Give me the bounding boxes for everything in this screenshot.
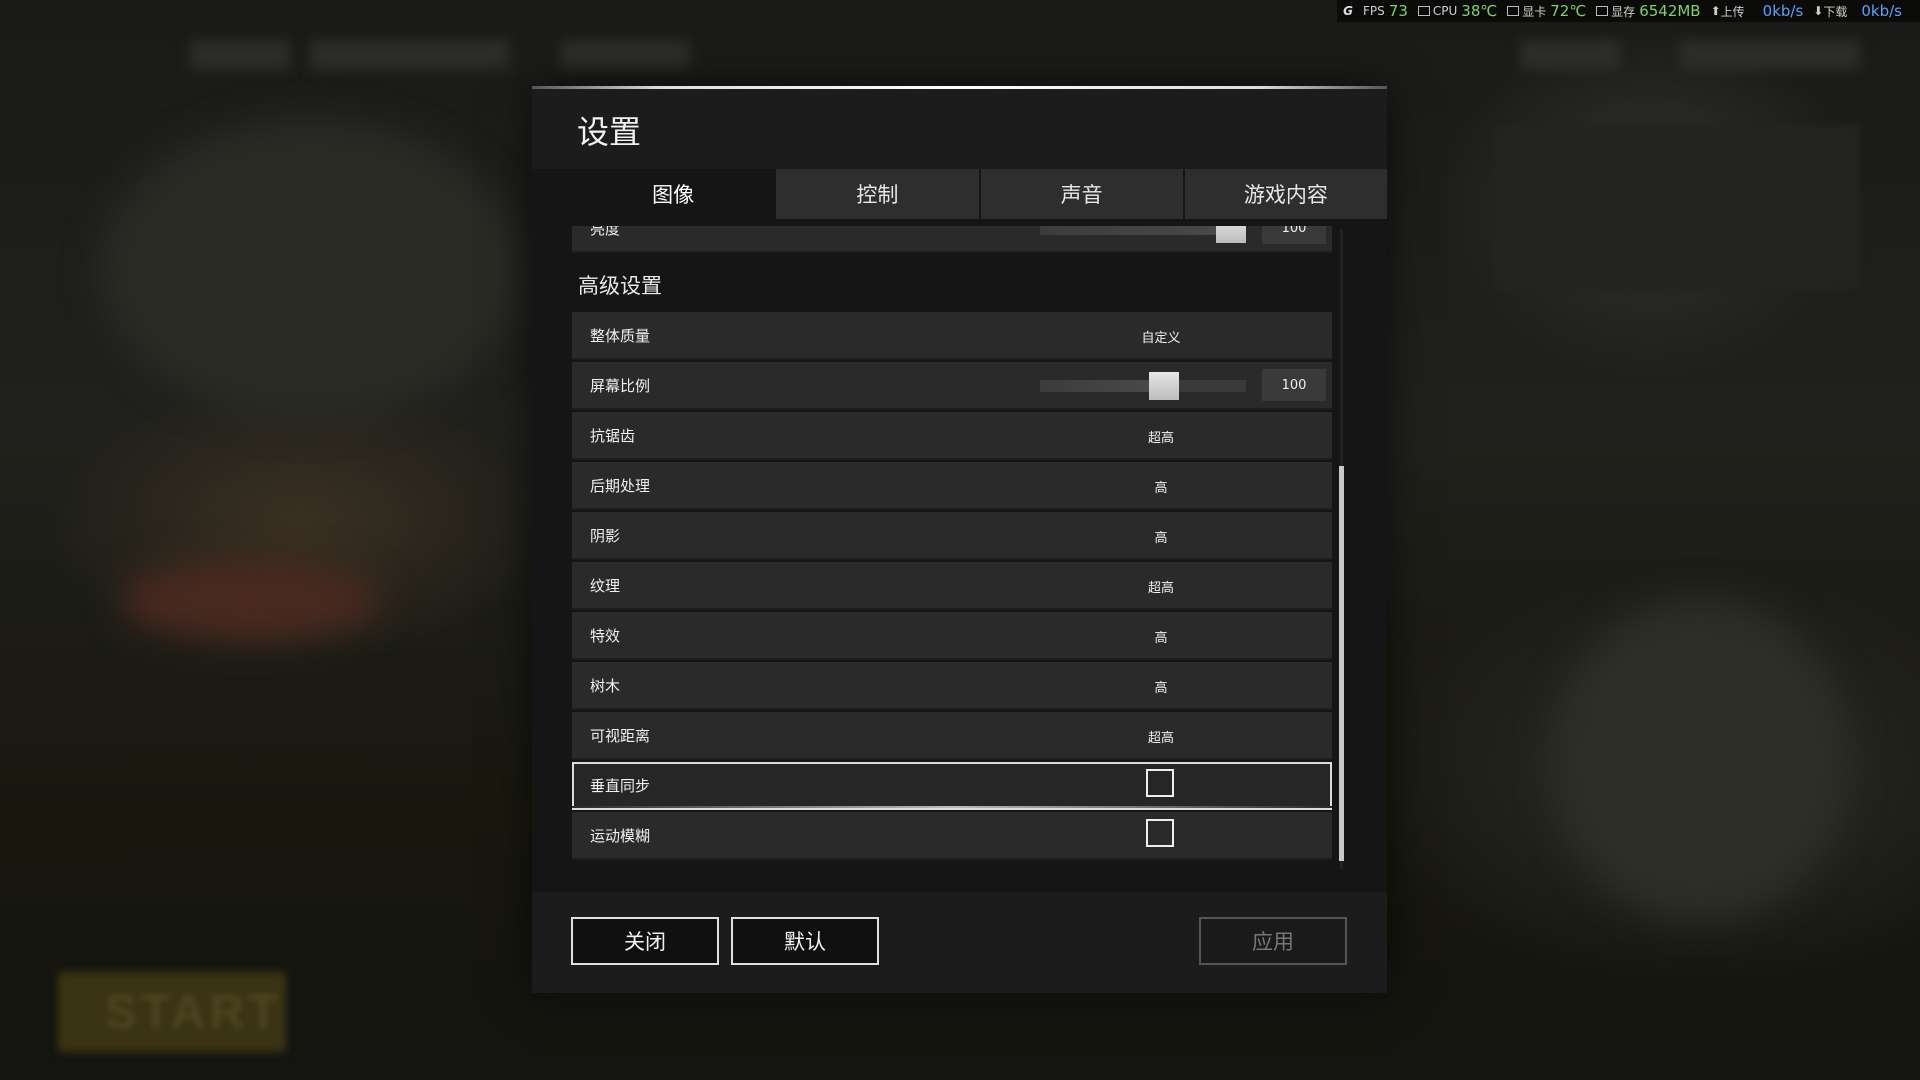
view-distance-label: 可视距离 bbox=[590, 727, 651, 745]
overall-quality-value[interactable]: 自定义 bbox=[1112, 327, 1210, 346]
brightness-slider[interactable] bbox=[1040, 226, 1246, 243]
background-blur bbox=[120, 560, 380, 640]
overall-quality-label: 整体质量 bbox=[590, 327, 651, 345]
background-nav bbox=[1520, 40, 1620, 70]
tab-gameplay[interactable]: 游戏内容 bbox=[1184, 169, 1387, 219]
apply-button[interactable]: 应用 bbox=[1199, 917, 1347, 965]
background-nav bbox=[190, 40, 290, 70]
vram-value: 6542MB bbox=[1639, 2, 1701, 20]
motion-blur-row[interactable]: 运动模糊 bbox=[572, 812, 1332, 860]
anti-aliasing-value[interactable]: 超高 bbox=[1112, 427, 1210, 446]
shadows-value[interactable]: 高 bbox=[1112, 527, 1210, 546]
dialog-footer: 关闭 默认 应用 bbox=[532, 892, 1387, 993]
overlay-logo: G bbox=[1343, 4, 1354, 18]
textures-label: 纹理 bbox=[590, 577, 621, 595]
background-nav bbox=[310, 40, 510, 70]
background-blur bbox=[100, 120, 520, 420]
shadows-label: 阴影 bbox=[590, 527, 621, 545]
view-distance-row[interactable]: 可视距离 超高 bbox=[572, 712, 1332, 760]
effects-label: 特效 bbox=[590, 627, 621, 645]
textures-row[interactable]: 纹理 超高 bbox=[572, 562, 1332, 610]
upload-value: 0kb/s bbox=[1762, 2, 1804, 20]
anti-aliasing-label: 抗锯齿 bbox=[590, 427, 636, 445]
vsync-checkbox[interactable] bbox=[1146, 769, 1174, 797]
background-nav bbox=[1680, 40, 1860, 70]
view-distance-value[interactable]: 超高 bbox=[1112, 727, 1210, 746]
foliage-value[interactable]: 高 bbox=[1112, 677, 1210, 696]
vsync-label: 垂直同步 bbox=[590, 777, 651, 795]
download-arrow-icon: ⬇ bbox=[1813, 4, 1824, 18]
download-value: 0kb/s bbox=[1861, 2, 1902, 20]
background-blur bbox=[1550, 600, 1850, 920]
cpu-label: CPU bbox=[1432, 4, 1458, 18]
foliage-label: 树木 bbox=[590, 677, 621, 695]
cpu-value: 38℃ bbox=[1461, 2, 1498, 20]
settings-dialog: 设置 图像 控制 声音 游戏内容 亮度 100 高级设置 整体质量 自定义 屏幕… bbox=[532, 86, 1387, 993]
tab-graphics[interactable]: 图像 bbox=[572, 169, 775, 219]
settings-tabs: 图像 控制 声音 游戏内容 bbox=[572, 169, 1387, 219]
gpu-value: 72℃ bbox=[1550, 2, 1587, 20]
cpu-readout: CPU 38℃ bbox=[1417, 2, 1498, 20]
brightness-row: 亮度 100 bbox=[572, 226, 1332, 253]
fps-readout: FPS 73 bbox=[1363, 2, 1408, 20]
fps-value: 73 bbox=[1388, 2, 1408, 20]
screen-scale-slider-thumb[interactable] bbox=[1149, 372, 1179, 400]
foliage-row[interactable]: 树木 高 bbox=[572, 662, 1332, 710]
settings-list: 亮度 100 高级设置 整体质量 自定义 屏幕比例 100 抗锯齿 超高 后期处… bbox=[572, 226, 1357, 866]
dialog-header: 设置 bbox=[532, 89, 1387, 169]
overall-quality-row[interactable]: 整体质量 自定义 bbox=[572, 312, 1332, 360]
shadows-row[interactable]: 阴影 高 bbox=[572, 512, 1332, 560]
gpu-icon bbox=[1507, 6, 1520, 16]
textures-value[interactable]: 超高 bbox=[1112, 577, 1210, 596]
vram-icon bbox=[1596, 6, 1609, 16]
vram-readout: 显存 6542MB bbox=[1596, 2, 1701, 20]
fps-label: FPS bbox=[1363, 4, 1385, 18]
default-button[interactable]: 默认 bbox=[731, 917, 879, 965]
tab-sound[interactable]: 声音 bbox=[980, 169, 1183, 219]
background-nav bbox=[560, 40, 690, 70]
brightness-value-box[interactable]: 100 bbox=[1262, 226, 1326, 244]
upload-label: 上传 bbox=[1720, 4, 1745, 19]
download-label: 下载 bbox=[1823, 4, 1848, 19]
vram-label: 显存 bbox=[1611, 4, 1636, 19]
effects-row[interactable]: 特效 高 bbox=[572, 612, 1332, 660]
screen-scale-slider[interactable] bbox=[1040, 372, 1246, 400]
screen-scale-slider-fill bbox=[1040, 380, 1164, 392]
tab-controls[interactable]: 控制 bbox=[776, 169, 979, 219]
effects-value[interactable]: 高 bbox=[1112, 627, 1210, 646]
close-button[interactable]: 关闭 bbox=[571, 917, 719, 965]
upload-arrow-icon: ⬆ bbox=[1710, 4, 1721, 18]
post-processing-value[interactable]: 高 bbox=[1112, 477, 1210, 496]
screen-scale-value-box[interactable]: 100 bbox=[1262, 369, 1326, 401]
vsync-row[interactable]: 垂直同步 bbox=[572, 762, 1332, 810]
gpu-readout: 显卡 72℃ bbox=[1507, 2, 1586, 20]
brightness-label: 亮度 bbox=[590, 226, 621, 238]
screen-scale-row: 屏幕比例 100 bbox=[572, 362, 1332, 410]
cpu-icon bbox=[1417, 6, 1430, 16]
post-processing-row[interactable]: 后期处理 高 bbox=[572, 462, 1332, 510]
anti-aliasing-row[interactable]: 抗锯齿 超高 bbox=[572, 412, 1332, 460]
upload-readout: ⬆ 上传 0kb/s bbox=[1711, 2, 1804, 20]
screen-scale-label: 屏幕比例 bbox=[590, 377, 651, 395]
download-readout: ⬇ 下载 0kb/s bbox=[1813, 2, 1902, 20]
focus-underline bbox=[572, 806, 1332, 808]
gpu-label: 显卡 bbox=[1522, 4, 1547, 19]
brightness-slider-thumb[interactable] bbox=[1216, 226, 1246, 243]
performance-overlay: G FPS 73 CPU 38℃ 显卡 72℃ 显存 6542MB ⬆ 上传 0… bbox=[1337, 0, 1920, 22]
dialog-title: 设置 bbox=[577, 113, 642, 151]
background-promo-panel bbox=[1495, 125, 1860, 290]
motion-blur-checkbox[interactable] bbox=[1146, 819, 1174, 847]
background-start-label: START bbox=[105, 986, 282, 1039]
motion-blur-label: 运动模糊 bbox=[590, 827, 651, 845]
settings-scrollbar-thumb[interactable] bbox=[1339, 466, 1344, 861]
advanced-settings-title: 高级设置 bbox=[578, 274, 662, 298]
post-processing-label: 后期处理 bbox=[590, 477, 651, 495]
